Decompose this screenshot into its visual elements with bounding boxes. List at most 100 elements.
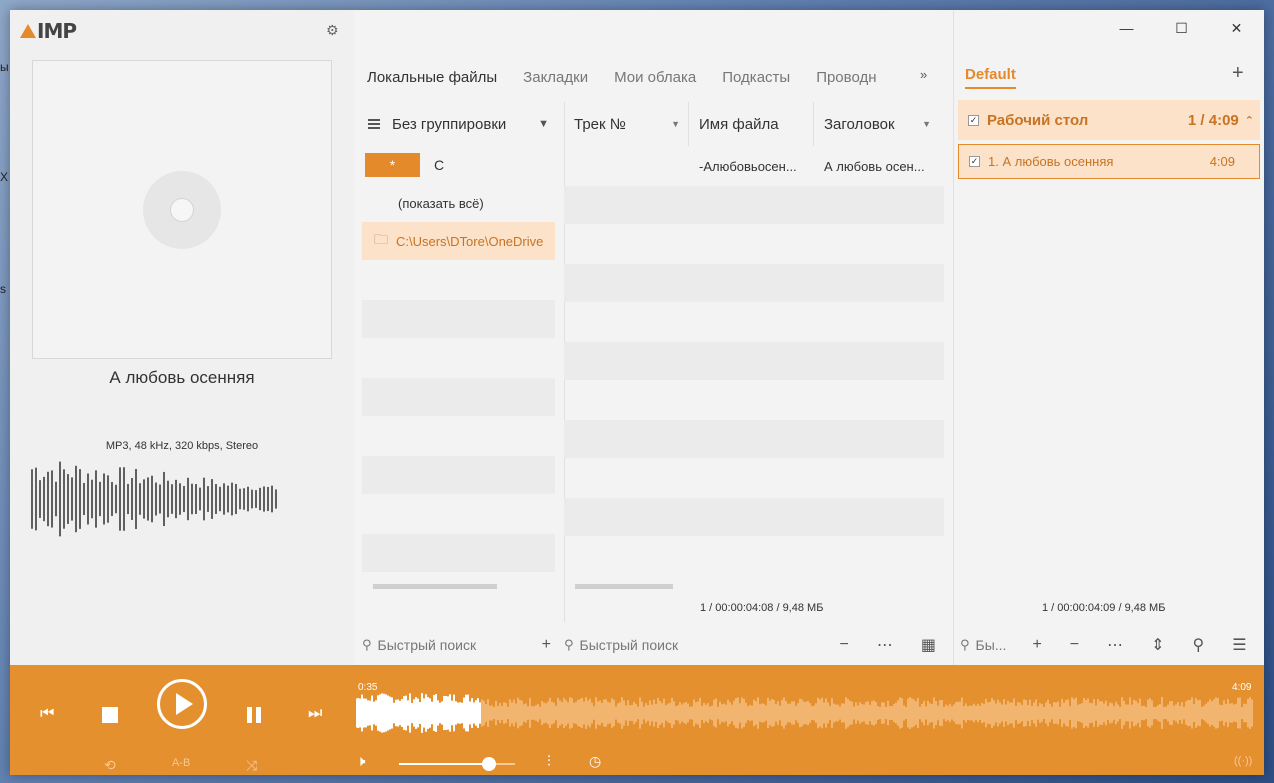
app-logo: IMP (20, 19, 77, 43)
playlist-panel: — ☐ ✕ Default + ✓ Рабочий стол 1 / 4:09 … (953, 10, 1264, 665)
library-status: 1 / 00:00:04:08 / 9,48 МБ (700, 602, 824, 614)
collapse-icon[interactable]: ⌃ (1245, 114, 1254, 127)
grid-view-icon[interactable]: ▦ (921, 635, 936, 655)
library-panel: Локальные файлы Закладки Мои облака Подк… (354, 10, 953, 665)
empty-row (362, 300, 555, 338)
tab-local-files[interactable]: Локальные файлы (367, 69, 497, 86)
volume-icon[interactable]: 🕨 (356, 753, 365, 770)
add-icon[interactable]: + (542, 636, 551, 654)
group-search-input[interactable]: Быстрый поиск (378, 637, 477, 653)
filter-icon[interactable]: ▼ (671, 119, 680, 129)
chevron-down-icon[interactable]: ▼ (538, 118, 549, 130)
maximize-button[interactable]: ☐ (1154, 10, 1209, 46)
repeat-icon[interactable]: ⟲ (104, 757, 116, 774)
play-icon (176, 693, 193, 715)
playlist-status: 1 / 00:00:04:09 / 9,48 МБ (1042, 602, 1166, 614)
more-icon[interactable]: ⋯ (1107, 635, 1123, 655)
menu-icon[interactable] (368, 117, 380, 131)
column-label: Имя файла (699, 115, 779, 133)
add-icon[interactable]: + (1032, 636, 1041, 654)
remove-icon[interactable]: − (840, 636, 849, 654)
track-search-input[interactable]: Быстрый поиск (580, 637, 679, 653)
pause-button[interactable] (247, 707, 261, 723)
tabs-more-icon[interactable]: » (920, 67, 927, 82)
previous-icon[interactable]: ⏮ (40, 705, 54, 723)
play-button[interactable] (157, 679, 207, 729)
empty-row (362, 261, 555, 299)
library-tabs: Локальные файлы Закладки Мои облака Подк… (354, 62, 953, 92)
empty-row (362, 378, 555, 416)
volume-slider[interactable] (399, 757, 515, 771)
column-header-title[interactable]: Заголовок ▼ (814, 102, 939, 146)
empty-row (564, 264, 944, 302)
horizontal-scrollbar[interactable] (373, 584, 497, 589)
seek-waveform[interactable] (356, 693, 1254, 733)
shuffle-icon[interactable]: ⤨ (246, 757, 257, 774)
mini-waveform (31, 461, 277, 537)
grouping-label: Без группировки (392, 115, 507, 133)
aimp-window: IMP ⚙ А любовь осенняя MP3, 48 kHz, 320 … (10, 10, 1264, 775)
total-time: 4:09 (1232, 682, 1252, 693)
menu-icon[interactable]: ☰ (1232, 635, 1246, 655)
group-checkbox[interactable]: ✓ (968, 114, 979, 126)
clock-icon[interactable]: ◷ (589, 753, 601, 770)
tab-explorer[interactable]: Проводн (816, 69, 876, 86)
tab-my-clouds[interactable]: Мои облака (614, 69, 696, 86)
volume-knob[interactable] (482, 757, 497, 771)
playlist-group[interactable]: ✓ Рабочий стол 1 / 4:09 ⌃ (958, 100, 1260, 140)
player-bar: ⏮ ⏭ ⟲ A-B ⤨ 0:35 4:09 🕨 ⫶ ◷ ((·)) (10, 665, 1264, 775)
playlist-toolbar: ⚲ Бы... + − ⋯ ⇕ ⚲ ☰ (960, 632, 1260, 658)
table-row[interactable]: -Алюбовьосен... А любовь осен... (564, 147, 944, 185)
playlist-item[interactable]: ✓ 1. А любовь осенняя 4:09 (958, 144, 1260, 179)
playlist-tab-default[interactable]: Default (965, 66, 1016, 89)
disc-icon (143, 171, 221, 249)
track-table: Трек № ▼ Имя файла Заголовок ▼ -Алюбовьо… (564, 102, 944, 592)
more-icon[interactable]: ⋯ (877, 635, 893, 655)
column-label: Заголовок (824, 115, 895, 133)
tab-bookmarks[interactable]: Закладки (523, 69, 588, 86)
equalizer-icon[interactable]: ⫶ (547, 753, 551, 770)
group-name: Рабочий стол (987, 111, 1089, 129)
all-letters-button[interactable]: * (365, 153, 420, 177)
empty-row (564, 537, 944, 575)
group-row-letter[interactable]: * С (362, 146, 555, 184)
next-icon[interactable]: ⏭ (308, 705, 322, 723)
grouping-header[interactable]: Без группировки ▼ (362, 102, 555, 146)
filter-icon[interactable]: ▼ (922, 119, 931, 129)
item-checkbox[interactable]: ✓ (969, 156, 980, 167)
column-label: Трек № (574, 115, 626, 133)
sort-icon[interactable]: ⇕ (1151, 635, 1164, 655)
tab-podcasts[interactable]: Подкасты (722, 69, 790, 86)
minimize-button[interactable]: — (1099, 10, 1154, 46)
empty-row (362, 339, 555, 377)
add-playlist-icon[interactable]: + (1232, 62, 1244, 85)
remove-icon[interactable]: − (1070, 636, 1079, 654)
empty-row (362, 534, 555, 572)
column-header-track-number[interactable]: Трек № ▼ (564, 102, 689, 146)
folder-path: C:\Users\DTore\OneDrive (396, 233, 544, 249)
horizontal-scrollbar[interactable] (575, 584, 673, 589)
show-all-link[interactable]: (показать всё) (362, 184, 555, 222)
now-playing-panel: IMP ⚙ А любовь осенняя MP3, 48 kHz, 320 … (10, 10, 354, 665)
gear-icon[interactable]: ⚙ (326, 22, 339, 39)
ab-repeat-button[interactable]: A-B (172, 757, 190, 769)
empty-row (362, 495, 555, 533)
playlist-search-input[interactable]: Бы... (976, 637, 1007, 653)
album-cover[interactable] (32, 60, 332, 359)
grouping-column: Без группировки ▼ * С (показать всё) 🗀 C… (362, 102, 555, 592)
volume-fill (399, 763, 490, 765)
search-icon[interactable]: ⚲ (1193, 635, 1205, 655)
radio-icon[interactable]: ((·)) (1234, 755, 1252, 767)
table-header: Трек № ▼ Имя файла Заголовок ▼ (564, 102, 944, 146)
stop-button[interactable] (102, 707, 118, 723)
desktop-fragment: X (0, 170, 9, 184)
cell-title: А любовь осен... (824, 158, 925, 174)
item-label: 1. А любовь осенняя (988, 154, 1114, 169)
close-button[interactable]: ✕ (1209, 10, 1264, 46)
logo-triangle-icon (20, 24, 36, 38)
column-header-filename[interactable]: Имя файла (689, 102, 814, 146)
letter-label[interactable]: С (434, 157, 444, 173)
empty-row (564, 225, 944, 263)
empty-row (362, 417, 555, 455)
folder-row[interactable]: 🗀 C:\Users\DTore\OneDrive (362, 222, 555, 260)
